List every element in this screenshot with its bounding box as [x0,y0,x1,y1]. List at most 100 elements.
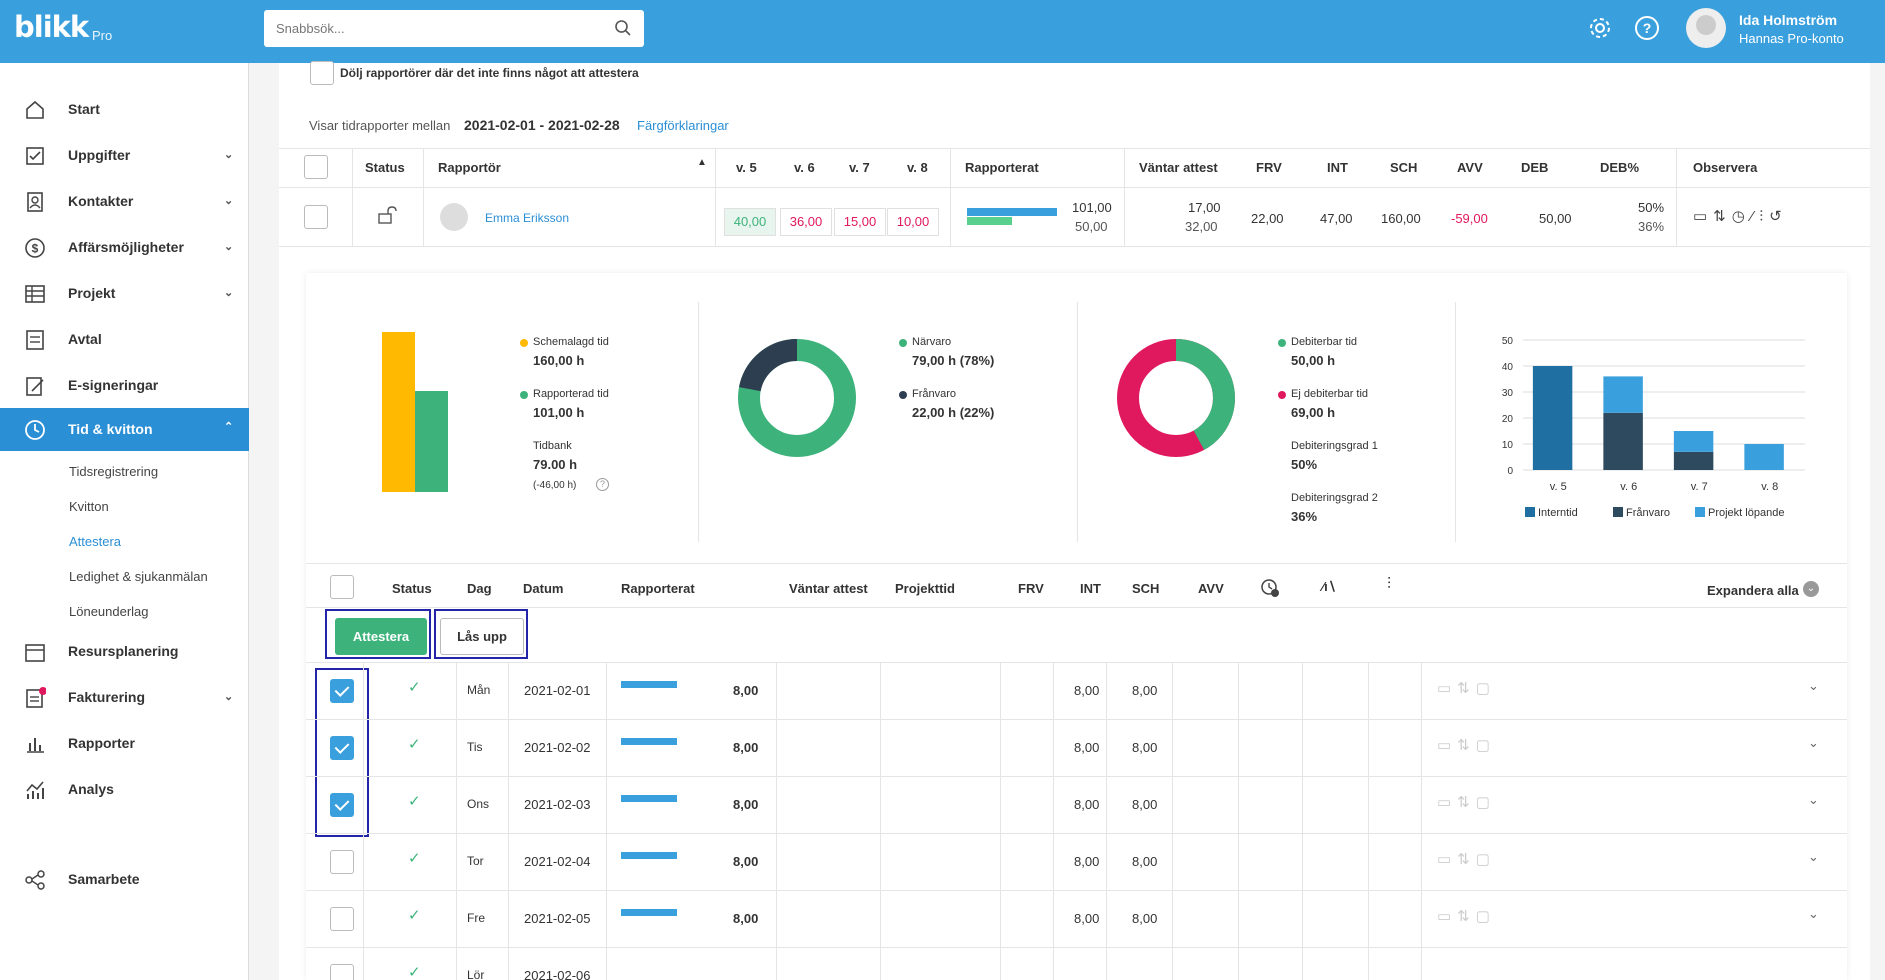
help-icon[interactable]: ? [1633,14,1661,42]
expand-row-chevron-icon[interactable]: ⌄ [1808,678,1819,694]
sidebar-item-affarsmojligheter[interactable]: $ Affärsmöjligheter ⌄ [0,227,249,267]
col-reported[interactable]: Rapporterat [965,160,1039,175]
day-checkbox[interactable] [330,793,354,817]
sidebar-item-e-signeringar[interactable]: E-signeringar [0,365,249,405]
expand-row-chevron-icon[interactable]: ⌄ [1808,792,1819,808]
sidebar-sub-ledighet[interactable]: Ledighet & sjukanmälan [69,569,208,584]
col-int[interactable]: INT [1327,160,1348,175]
unlock-icon[interactable] [377,206,399,224]
sidebar-item-resursplanering[interactable]: Resursplanering [0,631,249,671]
sidebar-sub-kvitton[interactable]: Kvitton [69,499,109,514]
color-legend-link[interactable]: Färgförklaringar [637,118,729,133]
logo[interactable]: blikk [14,10,89,44]
date-label: 2021-02-05 [524,911,591,926]
day-checkbox[interactable] [330,907,354,931]
row-checkbox[interactable] [304,205,328,229]
legend-dot-reported [520,391,528,399]
divider [1106,948,1107,980]
y-tick-label: 50 [1502,336,1514,347]
legend-swatch [1695,507,1705,517]
deb-value: 50,00 [1539,211,1572,226]
select-all-checkbox[interactable] [304,155,328,179]
week-6-value[interactable]: 36,00 [780,208,832,236]
row-action-icons[interactable]: ▭⇅▢ [1437,907,1496,925]
expand-row-chevron-icon[interactable]: ⌄ [1808,906,1819,922]
divider [606,948,607,980]
col-frv[interactable]: FRV [1256,160,1282,175]
week-8-value[interactable]: 10,00 [887,208,939,236]
avatar[interactable] [1686,8,1726,48]
help-icon[interactable]: ? [596,478,609,491]
sidebar-item-rapporter[interactable]: Rapporter [0,723,249,763]
sidebar-item-uppgifter[interactable]: Uppgifter ⌄ [0,135,249,175]
divider [306,662,1847,663]
hide-reporters-checkbox[interactable] [310,61,334,85]
date-label: 2021-02-01 [524,683,591,698]
sidebar: Start Uppgifter ⌄ Kontakter ⌄ $ Affärsmöjl… [0,63,249,980]
sidebar-item-label: Rapporter [68,735,135,751]
divider [1421,834,1422,890]
row-action-icons[interactable]: ▭⇅▢ [1437,736,1496,754]
day-checkbox[interactable] [330,736,354,760]
sidebar-item-samarbete[interactable]: Samarbete [0,859,249,899]
chevron-down-icon[interactable]: ⌄ [224,690,233,703]
sort-up-icon[interactable]: ▲ [697,157,707,168]
expand-all-link[interactable]: Expandera alla [1707,583,1799,598]
sidebar-sub-attestera[interactable]: Attestera [69,534,121,549]
sidebar-item-avtal[interactable]: Avtal [0,319,249,359]
day-checkbox[interactable] [330,964,354,980]
chevron-up-icon[interactable]: ⌃ [224,420,233,433]
divider [508,720,509,776]
observe-icons[interactable]: ▭⇅◷⁄⫶↺ [1693,207,1788,225]
user-account[interactable]: Hannas Pro-konto [1739,31,1844,46]
divider [1421,720,1422,776]
col-waiting[interactable]: Väntar attest [1139,160,1218,175]
sidebar-item-start[interactable]: Start [0,89,249,129]
divider [1053,663,1054,719]
sidebar-item-analys[interactable]: Analys [0,769,249,809]
reporter-name-link[interactable]: Emma Eriksson [485,211,569,225]
col-sch[interactable]: SCH [1390,160,1417,175]
user-name[interactable]: Ida Holmström [1739,12,1837,28]
sidebar-item-kontakter[interactable]: Kontakter ⌄ [0,181,249,221]
sidebar-item-tid-kvitton[interactable]: Tid & kvitton ⌃ [0,408,249,451]
week-7-value[interactable]: 15,00 [834,208,886,236]
col-deb[interactable]: DEB [1521,160,1548,175]
sidebar-item-fakturering[interactable]: Fakturering ⌄ [0,677,249,717]
chevron-down-icon[interactable]: ⌄ [224,148,233,161]
billable-label: Debiterbar tid [1291,336,1358,348]
day-checkbox[interactable] [330,679,354,703]
chevron-down-icon[interactable]: ⌄ [1803,581,1819,597]
chevron-down-icon[interactable]: ⌄ [224,240,233,253]
expand-row-chevron-icon[interactable]: ⌄ [1808,735,1819,751]
col-date: Datum [523,581,564,596]
sidebar-item-projekt[interactable]: Projekt ⌄ [0,273,249,313]
week-5-value[interactable]: 40,00 [724,208,776,236]
col-week-5: v. 5 [736,160,757,175]
divider [1000,834,1001,890]
row-action-icons[interactable]: ▭⇅▢ [1437,679,1496,697]
divider [1368,663,1369,719]
day-checkbox[interactable] [330,850,354,874]
bar-fr-nvaro [1673,451,1714,470]
search-input[interactable] [276,10,596,47]
divider [1053,720,1054,776]
search-icon[interactable] [614,19,632,37]
gear-icon[interactable] [1586,14,1614,42]
col-avv[interactable]: AVV [1457,160,1483,175]
row-action-icons[interactable]: ▭⇅▢ [1437,850,1496,868]
row-action-icons[interactable]: ▭⇅▢ [1437,793,1496,811]
sidebar-sub-tidsregistrering[interactable]: Tidsregistrering [69,464,158,479]
chevron-down-icon[interactable]: ⌄ [224,194,233,207]
sidebar-item-label: Affärsmöjligheter [68,239,184,255]
col-deb-percent[interactable]: DEB% [1600,160,1639,175]
chevron-down-icon[interactable]: ⌄ [224,286,233,299]
col-reporter[interactable]: Rapportör [438,160,501,175]
expand-row-chevron-icon[interactable]: ⌄ [1808,849,1819,865]
col-status[interactable]: Status [365,160,405,175]
clock-icon [25,420,45,440]
sidebar-sub-loneunderlag[interactable]: Löneunderlag [69,604,149,619]
date-label: 2021-02-06 [524,968,591,980]
select-all-days-checkbox[interactable] [330,575,354,599]
search-box[interactable] [264,10,644,47]
